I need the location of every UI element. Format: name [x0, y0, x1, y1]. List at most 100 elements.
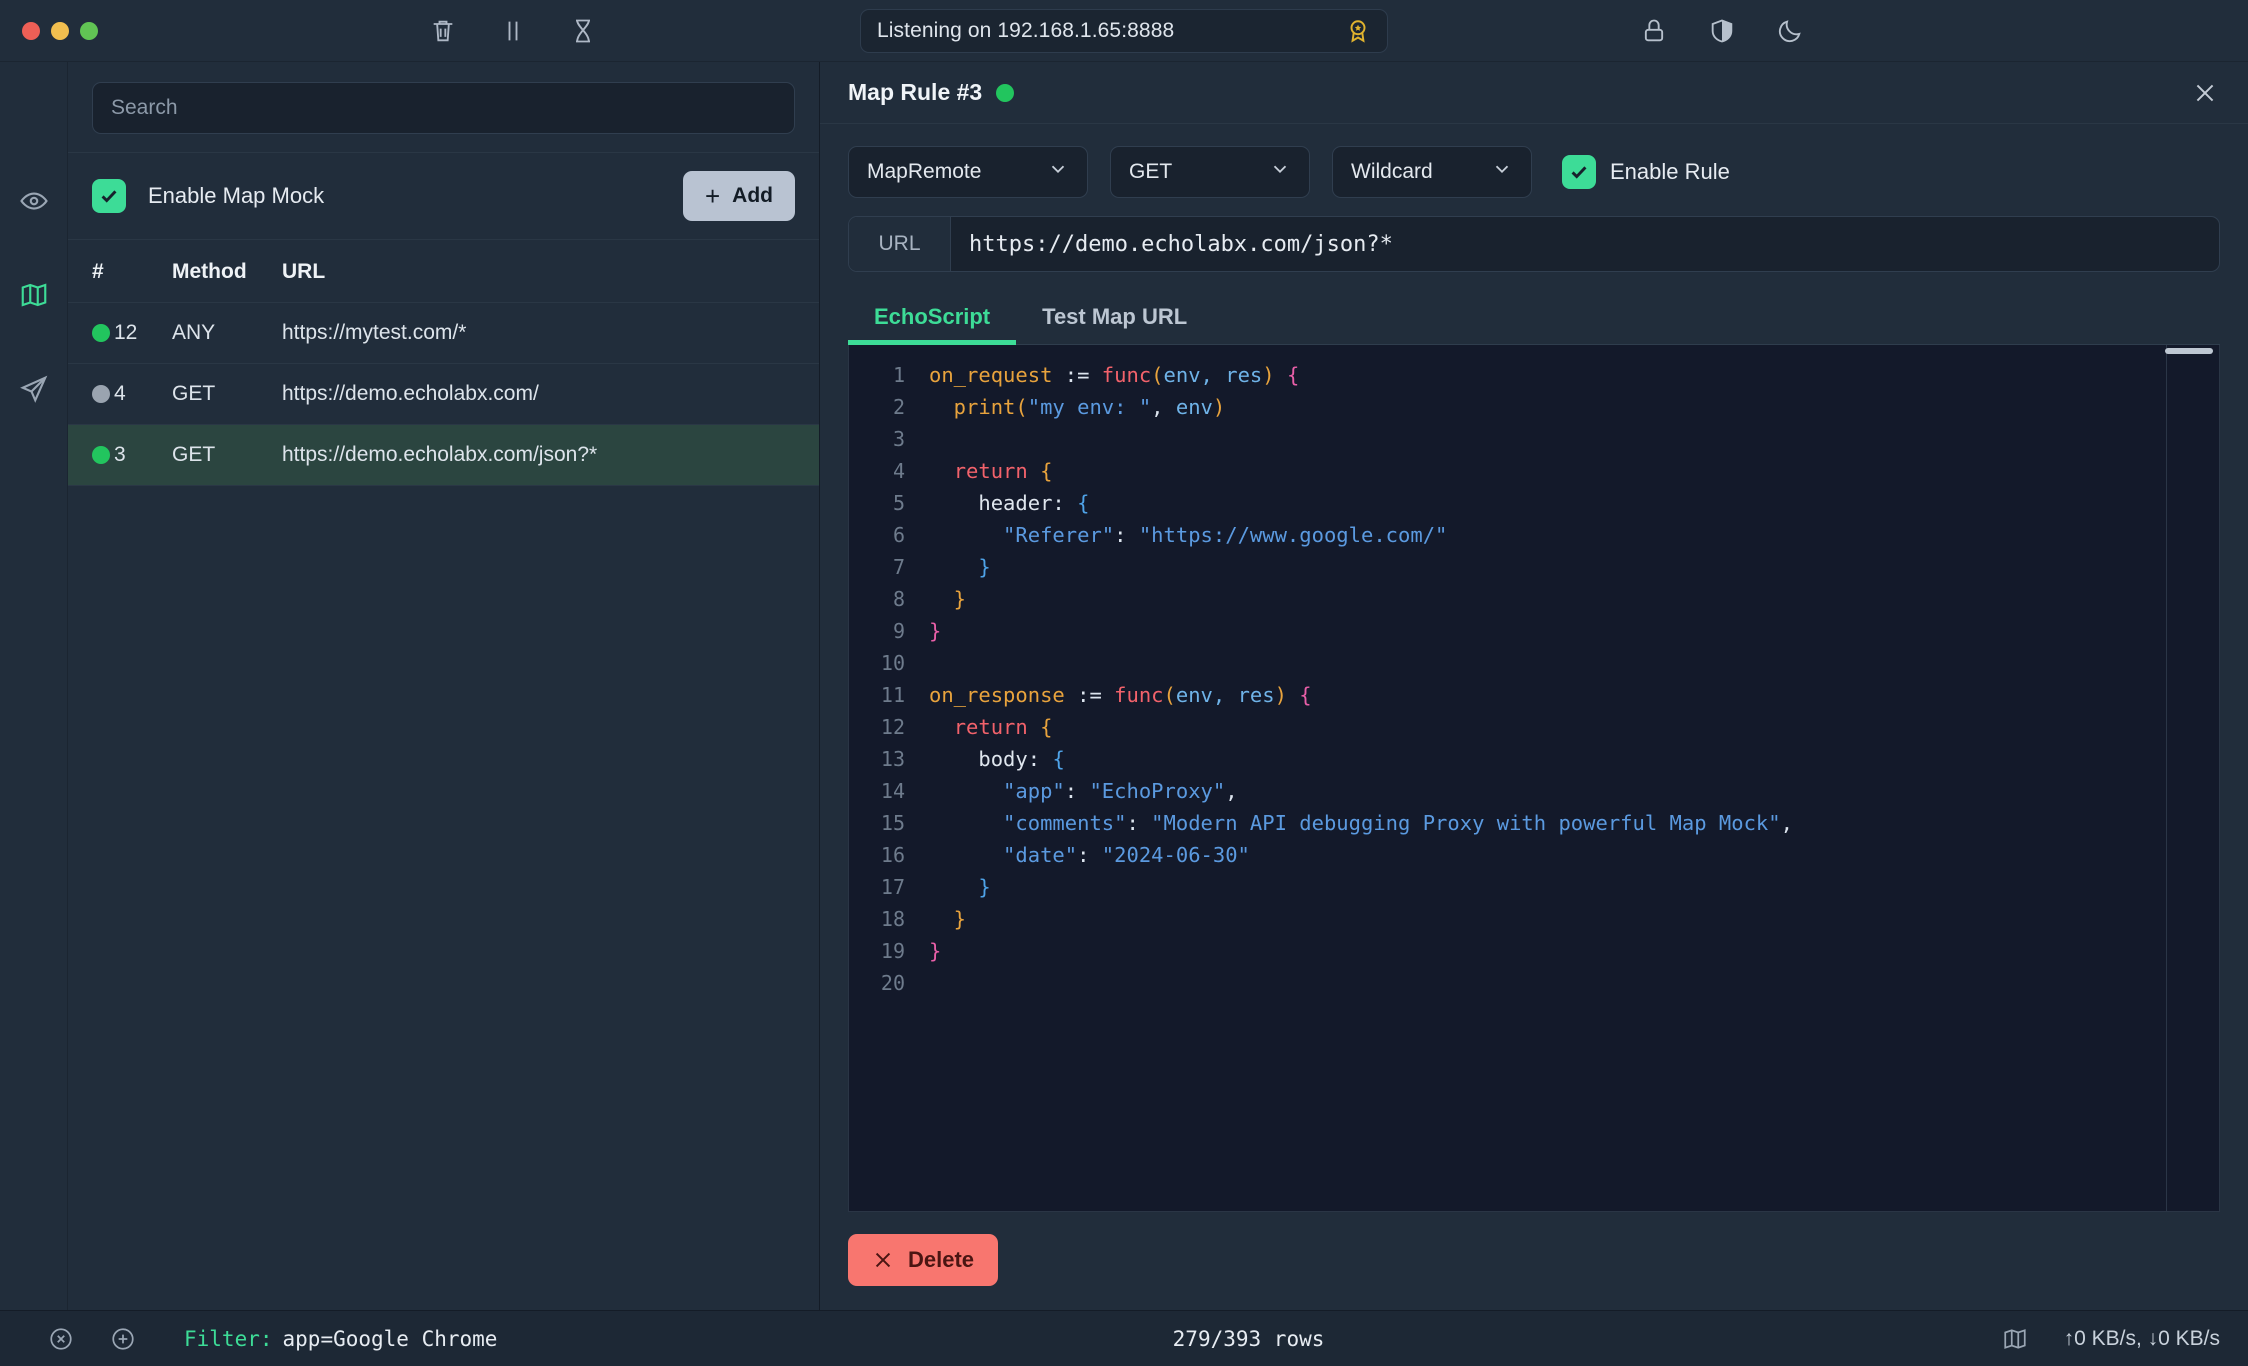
line-number: 20: [880, 971, 905, 995]
line-number: 9: [892, 619, 905, 643]
code-token: ,: [1225, 779, 1238, 803]
editor-scrollbar[interactable]: [2165, 348, 2213, 354]
hourglass-icon[interactable]: [568, 16, 598, 46]
code-token: }: [929, 587, 967, 611]
code-token: "date": [929, 843, 1078, 867]
code-token: on_response: [929, 683, 1078, 707]
code-line: on_response := func(env, res) {: [915, 679, 2219, 711]
add-rule-button[interactable]: + Add: [682, 171, 795, 221]
line-number: 19: [880, 939, 905, 963]
status-bar: Filter: app=Google Chrome 279/393 rows ↑…: [0, 1310, 2248, 1366]
search-input[interactable]: [92, 82, 795, 134]
rule-number: 12: [114, 321, 138, 344]
enable-map-mock-checkbox[interactable]: [92, 179, 126, 213]
tab-test-map-url[interactable]: Test Map URL: [1016, 290, 1213, 344]
listening-status-field[interactable]: Listening on 192.168.1.65:8888: [860, 8, 1388, 53]
line-number: 7: [892, 555, 905, 579]
code-line: print("my env: ", env): [915, 391, 2219, 423]
code-token: ): [1262, 363, 1275, 387]
sidebar-item-compose[interactable]: [11, 366, 57, 412]
code-content[interactable]: on_request := func(env, res) { print("my…: [915, 345, 2219, 1211]
lock-icon[interactable]: [1639, 16, 1669, 46]
page-title: Map Rule #3: [848, 79, 983, 105]
method-value: GET: [1129, 160, 1173, 183]
url-input[interactable]: https://demo.echolabx.com/json?*: [951, 217, 2219, 271]
chevron-down-icon: [1047, 158, 1069, 186]
moon-icon[interactable]: [1775, 16, 1805, 46]
delete-button[interactable]: Delete: [848, 1234, 999, 1286]
map-type-select[interactable]: MapRemote: [848, 146, 1088, 198]
status-dot-icon: [92, 385, 110, 403]
table-row[interactable]: 12 ANY https://mytest.com/*: [68, 303, 819, 364]
window-controls: [0, 21, 98, 40]
plus-icon: +: [704, 181, 721, 211]
listening-status-text: Listening on 192.168.1.65:8888: [877, 18, 1175, 42]
line-number: 5: [892, 491, 905, 515]
code-token: ,: [1780, 811, 1793, 835]
code-line: "Referer": "https://www.google.com/": [915, 519, 2219, 551]
code-token: return: [953, 459, 1028, 483]
table-row[interactable]: 3 GET https://demo.echolabx.com/json?*: [68, 425, 819, 486]
code-token: :: [1077, 843, 1102, 867]
code-line: }: [915, 615, 2219, 647]
editor-tabs: EchoScript Test Map URL: [848, 290, 2220, 345]
sidebar-item-inspect[interactable]: [11, 178, 57, 224]
match-mode-select[interactable]: Wildcard: [1332, 146, 1532, 198]
column-header-method: Method: [172, 260, 247, 283]
trash-icon[interactable]: [428, 16, 458, 46]
code-token: :: [1126, 811, 1152, 835]
code-token: {: [1286, 363, 1300, 387]
sidebar-item-map-mock[interactable]: [11, 272, 57, 318]
enable-rule-label: Enable Rule: [1610, 159, 1730, 184]
code-token: :=: [1064, 363, 1102, 387]
filter-value[interactable]: app=Google Chrome: [283, 1327, 498, 1351]
rule-detail-panel: Map Rule #3 MapRemote GET Wildcard Enabl…: [820, 62, 2248, 1310]
line-number: 8: [892, 587, 905, 611]
close-icon[interactable]: [2190, 78, 2220, 108]
rule-method: ANY: [172, 321, 216, 344]
code-token: }: [929, 875, 991, 899]
minimize-window-button[interactable]: [51, 21, 69, 40]
status-dot-icon: [92, 324, 110, 342]
code-token: env: [1175, 395, 1213, 419]
rules-panel: Enable Map Mock + Add # Method URL 12: [68, 62, 820, 1310]
rule-number: 3: [114, 443, 126, 466]
code-token: }: [929, 619, 942, 643]
toolbar-icons: [428, 16, 598, 46]
tab-echoscript[interactable]: EchoScript: [848, 290, 1017, 345]
code-token: body: [929, 747, 1028, 771]
delete-button-label: Delete: [908, 1247, 975, 1272]
code-line: return {: [915, 455, 2219, 487]
close-window-button[interactable]: [22, 21, 40, 40]
pause-icon[interactable]: [498, 16, 528, 46]
add-circle-icon[interactable]: [108, 1324, 138, 1354]
enable-map-mock-row: Enable Map Mock + Add: [68, 153, 819, 240]
code-token: ): [1274, 683, 1287, 707]
app-window: Listening on 192.168.1.65:8888 Search En…: [0, 0, 2248, 1366]
rows-count: 279/393 rows: [1172, 1326, 1325, 1351]
code-line: "date": "2024-06-30": [915, 839, 2219, 871]
maximize-window-button[interactable]: [80, 21, 98, 40]
shield-icon[interactable]: [1707, 16, 1737, 46]
code-line: }: [915, 935, 2219, 967]
code-line: return {: [915, 711, 2219, 743]
enable-map-mock-label: Enable Map Mock: [148, 183, 325, 208]
title-bar: Listening on 192.168.1.65:8888: [0, 0, 2248, 62]
map-icon[interactable]: [2000, 1324, 2030, 1354]
award-badge-icon[interactable]: [1345, 18, 1371, 44]
line-number: 10: [880, 651, 905, 675]
code-editor[interactable]: 1 2 3 4 5 6 7 8 9 10 11 12 13 14 15 16 17 18 19 20 on_reque…: [848, 345, 2220, 1212]
code-token: }: [929, 939, 942, 963]
enable-rule-checkbox[interactable]: [1562, 155, 1596, 189]
table-row[interactable]: 4 GET https://demo.echolabx.com/: [68, 364, 819, 425]
method-select[interactable]: GET: [1110, 146, 1310, 198]
rule-number-cell: 3: [92, 443, 172, 467]
status-bar-right: ↑0 KB/s, ↓0 KB/s: [2000, 1324, 2220, 1354]
clear-circle-icon[interactable]: [46, 1324, 76, 1354]
